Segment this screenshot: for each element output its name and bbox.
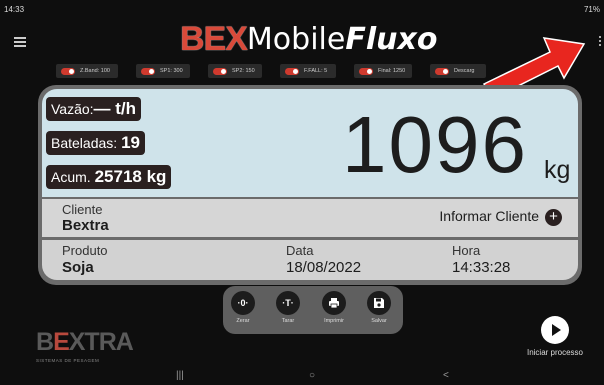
logo-mobile: Mobile <box>246 22 346 57</box>
save-icon <box>367 291 391 315</box>
status-battery: 71% <box>583 5 600 14</box>
cliente-row: Cliente Bextra Informar Cliente + <box>42 199 578 237</box>
info-row: Produto Soja Data 18/08/2022 Hora 14:33:… <box>42 240 578 280</box>
action-toolbar: ·0· Zerar ·T· Tarar Imprimir Salvar <box>223 286 403 334</box>
toggle-icon <box>61 67 75 75</box>
toggle-icon <box>213 67 227 75</box>
bextra-tagline: SISTEMAS DE PESAGEM <box>36 358 100 363</box>
play-icon <box>541 316 569 344</box>
toggle-icon <box>435 67 449 75</box>
hora-value: 14:33:28 <box>452 259 511 276</box>
weight-unit: kg <box>544 156 571 184</box>
logo-fluxo: Fluxo <box>345 22 438 57</box>
chip-zband[interactable]: Z.Band: 100 <box>56 64 118 78</box>
produto-label: Produto <box>62 243 108 258</box>
zerar-button[interactable]: ·0· Zerar <box>223 291 263 324</box>
data-label: Data <box>286 243 314 258</box>
bateladas-badge: Bateladas: 19 <box>46 131 145 155</box>
add-client-icon: + <box>545 208 562 226</box>
weighing-panel: Vazão:— t/h Bateladas: 19 Acum. 25718 kg… <box>38 85 582 285</box>
zero-icon: ·0· <box>231 291 255 315</box>
toggle-icon <box>141 67 155 75</box>
printer-icon <box>322 291 346 315</box>
toggle-icon <box>285 67 299 75</box>
weight-display: Vazão:— t/h Bateladas: 19 Acum. 25718 kg… <box>42 89 578 197</box>
bextra-logo: BEXTRA SISTEMAS DE PESAGEM <box>36 328 134 363</box>
hamburger-menu-icon[interactable] <box>14 37 26 47</box>
informar-cliente-button[interactable]: Informar Cliente + <box>439 208 562 226</box>
chip-sp1[interactable]: SP1: 300 <box>136 64 190 78</box>
more-options-icon[interactable] <box>598 36 602 50</box>
chip-ffall[interactable]: F.FALL: 5 <box>280 64 336 78</box>
back-icon[interactable]: < <box>443 370 449 381</box>
tare-icon: ·T· <box>276 291 300 315</box>
produto-value: Soja <box>62 259 94 276</box>
vazao-badge: Vazão:— t/h <box>46 97 142 121</box>
acumulado-badge: Acum. 25718 kg <box>46 165 172 189</box>
data-value: 18/08/2022 <box>286 259 362 276</box>
hora-label: Hora <box>452 243 481 258</box>
status-time: 14:33 <box>4 5 25 14</box>
app-logo: BEXMobileFluxo <box>180 20 437 60</box>
cliente-label: Cliente <box>62 202 103 217</box>
chip-descarga[interactable]: Descarg <box>430 64 486 78</box>
tarar-button[interactable]: ·T· Tarar <box>268 291 308 324</box>
android-nav-bar: ||| ○ < <box>0 368 604 385</box>
logo-bex: BEX <box>180 20 248 58</box>
toggle-icon <box>359 67 373 75</box>
cliente-value: Bextra <box>62 217 109 234</box>
status-bar: 14:33 71% <box>0 0 604 20</box>
chip-final[interactable]: Final: 1250 <box>354 64 412 78</box>
iniciar-processo-button[interactable]: Iniciar processo <box>520 316 590 357</box>
recent-apps-icon[interactable]: ||| <box>176 370 184 381</box>
chip-sp2[interactable]: SP2: 150 <box>208 64 262 78</box>
weight-value: 1096 <box>342 100 528 189</box>
salvar-button[interactable]: Salvar <box>359 291 399 324</box>
home-icon[interactable]: ○ <box>309 370 315 381</box>
imprimir-button[interactable]: Imprimir <box>314 291 354 324</box>
